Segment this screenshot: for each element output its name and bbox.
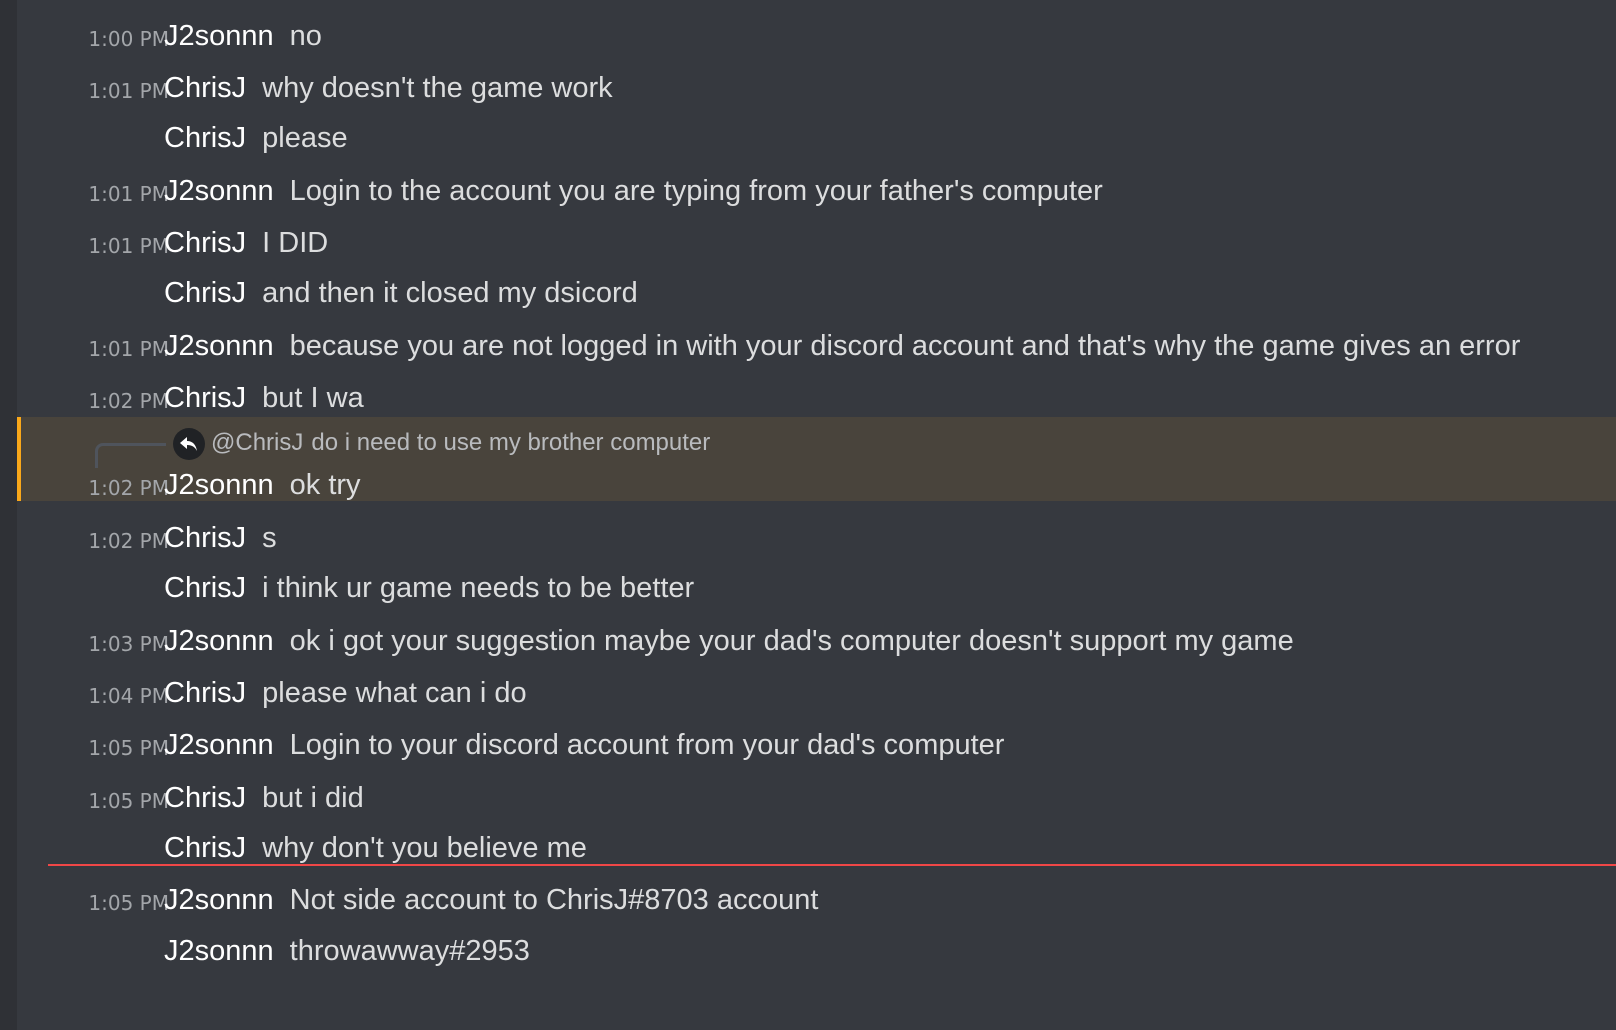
message-content: Login to your discord account from your … [289, 729, 1005, 761]
message-author[interactable]: J2sonnn [164, 884, 274, 916]
message-row[interactable]: 1:02 PM ChrisJ but I wa [17, 372, 1616, 422]
message-author[interactable]: J2sonnn [164, 469, 274, 501]
message-timestamp: 1:01 PM [88, 79, 169, 103]
message-author[interactable]: ChrisJ [164, 572, 246, 604]
message-timestamp: 1:04 PM [88, 684, 169, 708]
message-content: i think ur game needs to be better [262, 572, 695, 604]
message-row[interactable]: 1:04 PM ChrisJ please what can i do [17, 667, 1616, 717]
message-author[interactable]: J2sonnn [164, 729, 274, 761]
message-row[interactable]: 1:01 PM J2sonnn because you are not logge… [17, 320, 1616, 370]
message-content: Not side account to ChrisJ#8703 account [289, 884, 819, 916]
message-author[interactable]: ChrisJ [164, 522, 246, 554]
message-timestamp: 1:05 PM [88, 789, 169, 813]
message-timestamp: 1:05 PM [88, 736, 169, 760]
message-content: ok try [289, 469, 361, 501]
new-messages-divider [48, 864, 1616, 866]
left-sidebar-edge [0, 0, 17, 1030]
message-timestamp: 1:02 PM [88, 476, 169, 500]
message-row[interactable]: 1:01 PM J2sonnn Login to the account you … [17, 165, 1616, 215]
message-content: but I wa [262, 382, 364, 414]
reply-mention[interactable]: @ChrisJ [211, 429, 303, 456]
message-content: I DID [262, 227, 329, 259]
message-timestamp: 1:02 PM [88, 389, 169, 413]
message-author[interactable]: ChrisJ [164, 122, 246, 154]
message-row[interactable]: 1:05 PM J2sonnn Login to your discord acc… [17, 719, 1616, 769]
message-author[interactable]: ChrisJ [164, 227, 246, 259]
message-author[interactable]: ChrisJ [164, 832, 246, 864]
message-author[interactable]: ChrisJ [164, 382, 246, 414]
message-author[interactable]: ChrisJ [164, 782, 246, 814]
message-row[interactable]: 1:03 PM J2sonnn ok i got your suggestion … [17, 615, 1616, 665]
message-author[interactable]: J2sonnn [164, 935, 274, 967]
message-author[interactable]: ChrisJ [164, 677, 246, 709]
message-row[interactable]: 1:00 PM J2sonnn no [17, 10, 1616, 60]
reply-arrow-icon [173, 428, 205, 460]
message-row[interactable]: 1:01 PM ChrisJ why doesn't the game work [17, 62, 1616, 112]
message-content: ok i got your suggestion maybe your dad'… [289, 625, 1294, 657]
message-content: please [262, 122, 348, 154]
message-timestamp: 1:02 PM [88, 529, 169, 553]
message-row[interactable]: 1:05 PM ChrisJ but i did [17, 772, 1616, 822]
message-content: no [289, 20, 322, 52]
message-timestamp: 1:01 PM [88, 337, 169, 361]
message-content: why don't you believe me [262, 832, 587, 864]
message-timestamp: 1:03 PM [88, 632, 169, 656]
message-author[interactable]: J2sonnn [164, 330, 274, 362]
message-author[interactable]: J2sonnn [164, 625, 274, 657]
message-content: please what can i do [262, 677, 527, 709]
message-author[interactable]: ChrisJ [164, 277, 246, 309]
message-row[interactable]: 1:05 PM J2sonnn Not side account to Chris… [17, 874, 1616, 924]
message-timestamp: 1:01 PM [88, 182, 169, 206]
message-author[interactable]: J2sonnn [164, 20, 274, 52]
message-content: and then it closed my dsicord [262, 277, 638, 309]
message-content: because you are not logged in with your … [289, 330, 1521, 362]
message-author[interactable]: J2sonnn [164, 175, 274, 207]
message-row[interactable]: 1:01 PM ChrisJ I DID [17, 217, 1616, 267]
reply-preview[interactable]: do i need to use my brother computer [311, 429, 710, 456]
message-content: Login to the account you are typing from… [289, 175, 1103, 207]
message-row[interactable]: ChrisJ i think ur game needs to be better [17, 562, 1616, 612]
message-timestamp: 1:05 PM [88, 891, 169, 915]
chat-window: 1:00 PM J2sonnn no 1:01 PM ChrisJ why does… [0, 0, 1616, 1030]
message-row[interactable]: 1:02 PM ChrisJ s [17, 512, 1616, 562]
message-row[interactable]: ChrisJ please [17, 112, 1616, 162]
message-row[interactable]: J2sonnn throwawway#2953 [17, 925, 1616, 975]
message-timestamp: 1:00 PM [88, 27, 169, 51]
message-author[interactable]: ChrisJ [164, 72, 246, 104]
reply-reference[interactable]: @ChrisJ do i need to use my brother compu… [21, 425, 1616, 468]
message-row[interactable]: 1:02 PM J2sonnn ok try [17, 459, 1616, 509]
message-row[interactable]: ChrisJ and then it closed my dsicord [17, 267, 1616, 317]
message-content: s [262, 522, 277, 554]
message-content: but i did [262, 782, 364, 814]
message-timestamp: 1:01 PM [88, 234, 169, 258]
message-content: why doesn't the game work [262, 72, 613, 104]
message-content: throwawway#2953 [289, 935, 530, 967]
